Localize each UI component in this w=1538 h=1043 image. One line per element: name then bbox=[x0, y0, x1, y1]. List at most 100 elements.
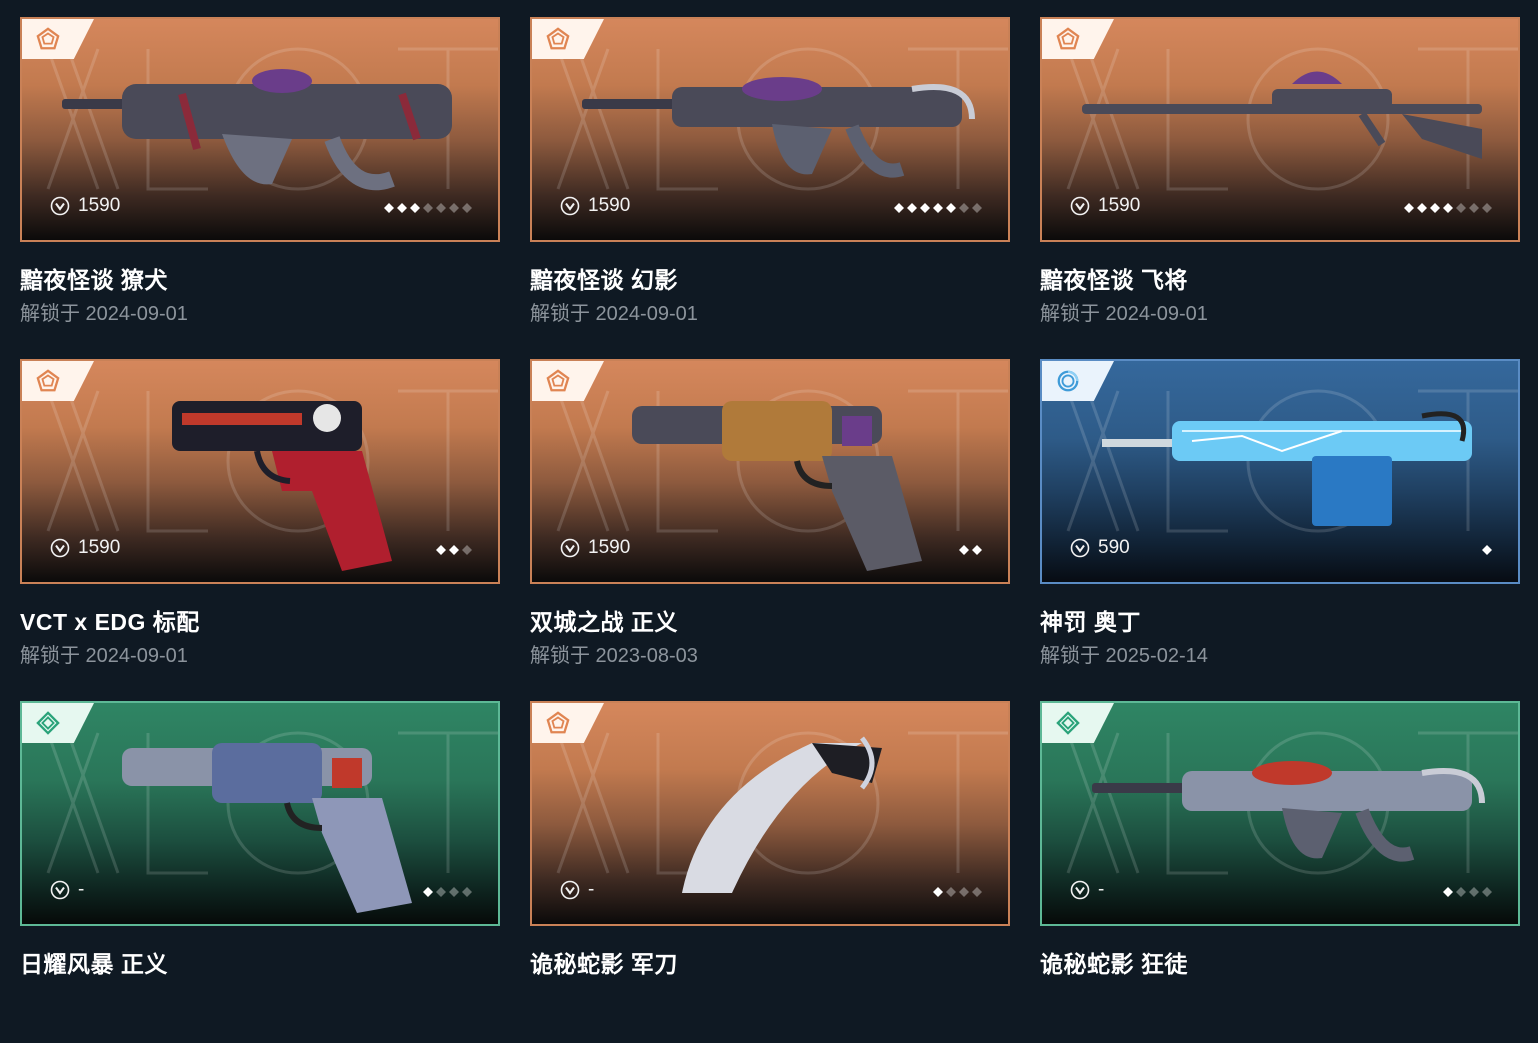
unlock-date: 解锁于 2024-09-01 bbox=[20, 645, 188, 667]
valorant-points-icon bbox=[560, 880, 580, 900]
skin-card-image-panel[interactable]: 1590 bbox=[530, 359, 1010, 584]
level-dot-empty-icon bbox=[1456, 887, 1466, 897]
upgrade-level-indicator bbox=[384, 203, 472, 213]
valorant-points-icon bbox=[50, 538, 70, 558]
level-dot-filled-icon bbox=[384, 203, 394, 213]
skin-name: 黯夜怪谈 獠犬 bbox=[20, 267, 168, 293]
skin-card-image-panel[interactable]: 590 bbox=[1040, 359, 1520, 584]
price-row: 1590 bbox=[560, 537, 630, 559]
level-dot-empty-icon bbox=[462, 545, 472, 555]
price-value: 1590 bbox=[588, 537, 631, 558]
skin-name: 双城之战 正义 bbox=[530, 609, 678, 635]
level-dot-filled-icon bbox=[1443, 887, 1453, 897]
price-value: 590 bbox=[1098, 537, 1130, 558]
skin-name: VCT x EDG 标配 bbox=[20, 609, 200, 635]
level-dot-empty-icon bbox=[1456, 203, 1466, 213]
upgrade-level-indicator bbox=[894, 203, 982, 213]
level-dot-empty-icon bbox=[462, 203, 472, 213]
unlock-date: 解锁于 2024-09-01 bbox=[530, 303, 698, 325]
level-dot-filled-icon bbox=[410, 203, 420, 213]
skin-card[interactable]: 1590 黯夜怪谈 幻影解锁于 2024-09-01 bbox=[530, 17, 1010, 359]
valorant-points-icon bbox=[1070, 538, 1090, 558]
price-row: 1590 bbox=[1070, 195, 1140, 217]
unlock-date: 解锁于 2024-09-01 bbox=[1040, 303, 1208, 325]
level-dot-filled-icon bbox=[959, 545, 969, 555]
price-value: - bbox=[1098, 879, 1105, 900]
skin-card[interactable]: 590 神罚 奥丁解锁于 2025-02-14 bbox=[1040, 359, 1520, 701]
upgrade-level-indicator bbox=[1443, 887, 1492, 897]
skin-card-image-panel[interactable]: - bbox=[530, 701, 1010, 926]
unlock-date: 解锁于 2025-02-14 bbox=[1040, 645, 1208, 667]
price-row: - bbox=[1070, 879, 1104, 901]
skin-card[interactable]: 1590 黯夜怪谈 獠犬解锁于 2024-09-01 bbox=[20, 17, 500, 359]
skin-card-image-panel[interactable]: 1590 bbox=[530, 17, 1010, 242]
skin-card[interactable]: 1590 VCT x EDG 标配解锁于 2024-09-01 bbox=[20, 359, 500, 701]
level-dot-empty-icon bbox=[972, 203, 982, 213]
upgrade-level-indicator bbox=[423, 887, 472, 897]
skin-name: 神罚 奥丁 bbox=[1040, 609, 1141, 635]
level-dot-empty-icon bbox=[959, 203, 969, 213]
skin-card[interactable]: - 日耀风暴 正义 bbox=[20, 701, 500, 1043]
level-dot-filled-icon bbox=[436, 545, 446, 555]
level-dot-empty-icon bbox=[946, 887, 956, 897]
skin-card[interactable]: 1590 黯夜怪谈 飞将解锁于 2024-09-01 bbox=[1040, 17, 1520, 359]
valorant-points-icon bbox=[560, 196, 580, 216]
upgrade-level-indicator bbox=[1404, 203, 1492, 213]
level-dot-empty-icon bbox=[462, 887, 472, 897]
level-dot-empty-icon bbox=[1482, 203, 1492, 213]
level-dot-filled-icon bbox=[907, 203, 917, 213]
level-dot-empty-icon bbox=[436, 203, 446, 213]
level-dot-empty-icon bbox=[423, 203, 433, 213]
price-row: 1590 bbox=[50, 195, 120, 217]
unlock-date: 解锁于 2024-09-01 bbox=[20, 303, 188, 325]
valorant-points-icon bbox=[560, 538, 580, 558]
level-dot-filled-icon bbox=[894, 203, 904, 213]
valorant-points-icon bbox=[1070, 880, 1090, 900]
level-dot-empty-icon bbox=[972, 887, 982, 897]
skin-card[interactable]: - 诡秘蛇影 狂徒 bbox=[1040, 701, 1520, 1043]
skin-card-image-panel[interactable]: 1590 bbox=[20, 17, 500, 242]
price-row: 1590 bbox=[50, 537, 120, 559]
price-value: 1590 bbox=[78, 537, 121, 558]
unlock-date: 解锁于 2023-08-03 bbox=[530, 645, 698, 667]
skin-card[interactable]: - 诡秘蛇影 军刀 bbox=[530, 701, 1010, 1043]
skin-name: 黯夜怪谈 飞将 bbox=[1040, 267, 1188, 293]
level-dot-empty-icon bbox=[449, 887, 459, 897]
valorant-points-icon bbox=[50, 196, 70, 216]
price-value: 1590 bbox=[78, 195, 121, 216]
price-row: 590 bbox=[1070, 537, 1130, 559]
level-dot-empty-icon bbox=[449, 203, 459, 213]
level-dot-filled-icon bbox=[933, 203, 943, 213]
upgrade-level-indicator bbox=[933, 887, 982, 897]
upgrade-level-indicator bbox=[1482, 545, 1492, 555]
level-dot-filled-icon bbox=[933, 887, 943, 897]
valorant-points-icon bbox=[1070, 196, 1090, 216]
upgrade-level-indicator bbox=[436, 545, 472, 555]
skin-card-image-panel[interactable]: - bbox=[20, 701, 500, 926]
price-row: - bbox=[560, 879, 594, 901]
price-value: 1590 bbox=[588, 195, 631, 216]
price-value: - bbox=[588, 879, 595, 900]
level-dot-filled-icon bbox=[920, 203, 930, 213]
level-dot-empty-icon bbox=[436, 887, 446, 897]
level-dot-filled-icon bbox=[449, 545, 459, 555]
skin-card[interactable]: 1590 双城之战 正义解锁于 2023-08-03 bbox=[530, 359, 1010, 701]
level-dot-empty-icon bbox=[1469, 203, 1479, 213]
price-row: - bbox=[50, 879, 84, 901]
level-dot-filled-icon bbox=[1430, 203, 1440, 213]
skin-card-image-panel[interactable]: - bbox=[1040, 701, 1520, 926]
upgrade-level-indicator bbox=[959, 545, 982, 555]
level-dot-filled-icon bbox=[946, 203, 956, 213]
level-dot-empty-icon bbox=[959, 887, 969, 897]
level-dot-filled-icon bbox=[423, 887, 433, 897]
level-dot-filled-icon bbox=[1482, 545, 1492, 555]
price-row: 1590 bbox=[560, 195, 630, 217]
price-value: 1590 bbox=[1098, 195, 1141, 216]
level-dot-empty-icon bbox=[1482, 887, 1492, 897]
level-dot-filled-icon bbox=[972, 545, 982, 555]
skin-name: 黯夜怪谈 幻影 bbox=[530, 267, 678, 293]
skin-card-image-panel[interactable]: 1590 bbox=[1040, 17, 1520, 242]
valorant-points-icon bbox=[50, 880, 70, 900]
skin-collection-grid: 1590 黯夜怪谈 獠犬解锁于 2024-09-01 1590 黯夜怪谈 幻影解锁于… bbox=[20, 17, 1520, 1043]
skin-card-image-panel[interactable]: 1590 bbox=[20, 359, 500, 584]
